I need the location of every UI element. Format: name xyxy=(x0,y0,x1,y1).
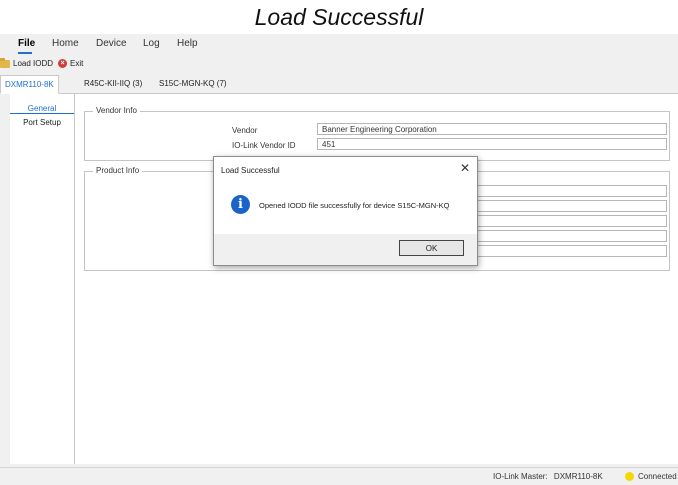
side-nav: General Port Setup xyxy=(10,94,74,464)
status-master-label: IO-Link Master: xyxy=(493,472,548,481)
vendor-info-title: Vendor Info xyxy=(93,106,140,115)
content-area: General Port Setup Vendor Info Vendor Ba… xyxy=(10,94,678,464)
dialog-footer: OK xyxy=(214,234,477,265)
nav-port-setup[interactable]: Port Setup xyxy=(10,118,74,127)
screenshot-caption: Load Successful xyxy=(254,4,424,30)
device-tabs: DXMR110-8K R45C-KII-IIQ (3) S15C-MGN-KQ … xyxy=(0,75,678,94)
vendor-id-field[interactable]: 451 xyxy=(317,138,667,150)
nav-general[interactable]: General xyxy=(10,104,74,114)
general-panel: Vendor Info Vendor Banner Engineering Co… xyxy=(74,94,678,464)
menu-log[interactable]: Log xyxy=(143,38,160,49)
connection-status-label: Connected xyxy=(638,472,677,481)
menu-device[interactable]: Device xyxy=(96,38,127,49)
vendor-label: Vendor xyxy=(232,126,258,135)
close-icon[interactable]: ✕ xyxy=(460,161,470,175)
load-iodd-button[interactable]: Load IODD xyxy=(0,57,54,68)
load-successful-dialog: Load Successful ✕ i Opened IODD file suc… xyxy=(213,156,478,266)
tab-r45c-kii-iiq[interactable]: R45C-KII-IIQ (3) xyxy=(80,75,146,92)
vendor-id-label: IO-Link Vendor ID xyxy=(232,141,296,150)
menu-help[interactable]: Help xyxy=(177,38,198,49)
folder-icon xyxy=(0,57,10,68)
dialog-title: Load Successful xyxy=(221,166,280,175)
vendor-info-group: Vendor Info Vendor Banner Engineering Co… xyxy=(84,106,670,161)
exit-icon: × xyxy=(58,59,67,68)
tab-s15c-mgn-kq[interactable]: S15C-MGN-KQ (7) xyxy=(155,75,231,92)
toolbar: Load IODD × Exit xyxy=(0,56,678,74)
vendor-field[interactable]: Banner Engineering Corporation xyxy=(317,123,667,135)
product-info-title: Product Info xyxy=(93,166,143,175)
exit-button[interactable]: × Exit xyxy=(58,59,83,68)
info-icon: i xyxy=(231,195,250,214)
menu-bar: File Home Device Log Help xyxy=(0,34,678,54)
ok-button[interactable]: OK xyxy=(399,240,464,256)
exit-label: Exit xyxy=(70,59,84,68)
menu-home[interactable]: Home xyxy=(52,38,79,49)
status-master-value: DXMR110-8K xyxy=(553,472,603,481)
active-menu-indicator xyxy=(18,52,32,54)
load-iodd-label: Load IODD xyxy=(13,59,54,68)
menu-file[interactable]: File xyxy=(18,38,35,49)
status-bar: IO-Link Master: DXMR110-8K Connected xyxy=(0,467,678,485)
status-master-text: IO-Link Master: DXMR110-8K xyxy=(493,472,603,481)
dialog-message: Opened IODD file successfully for device… xyxy=(259,201,450,210)
tab-dxmr110-8k[interactable]: DXMR110-8K xyxy=(0,75,59,94)
connection-status-dot xyxy=(625,472,634,481)
